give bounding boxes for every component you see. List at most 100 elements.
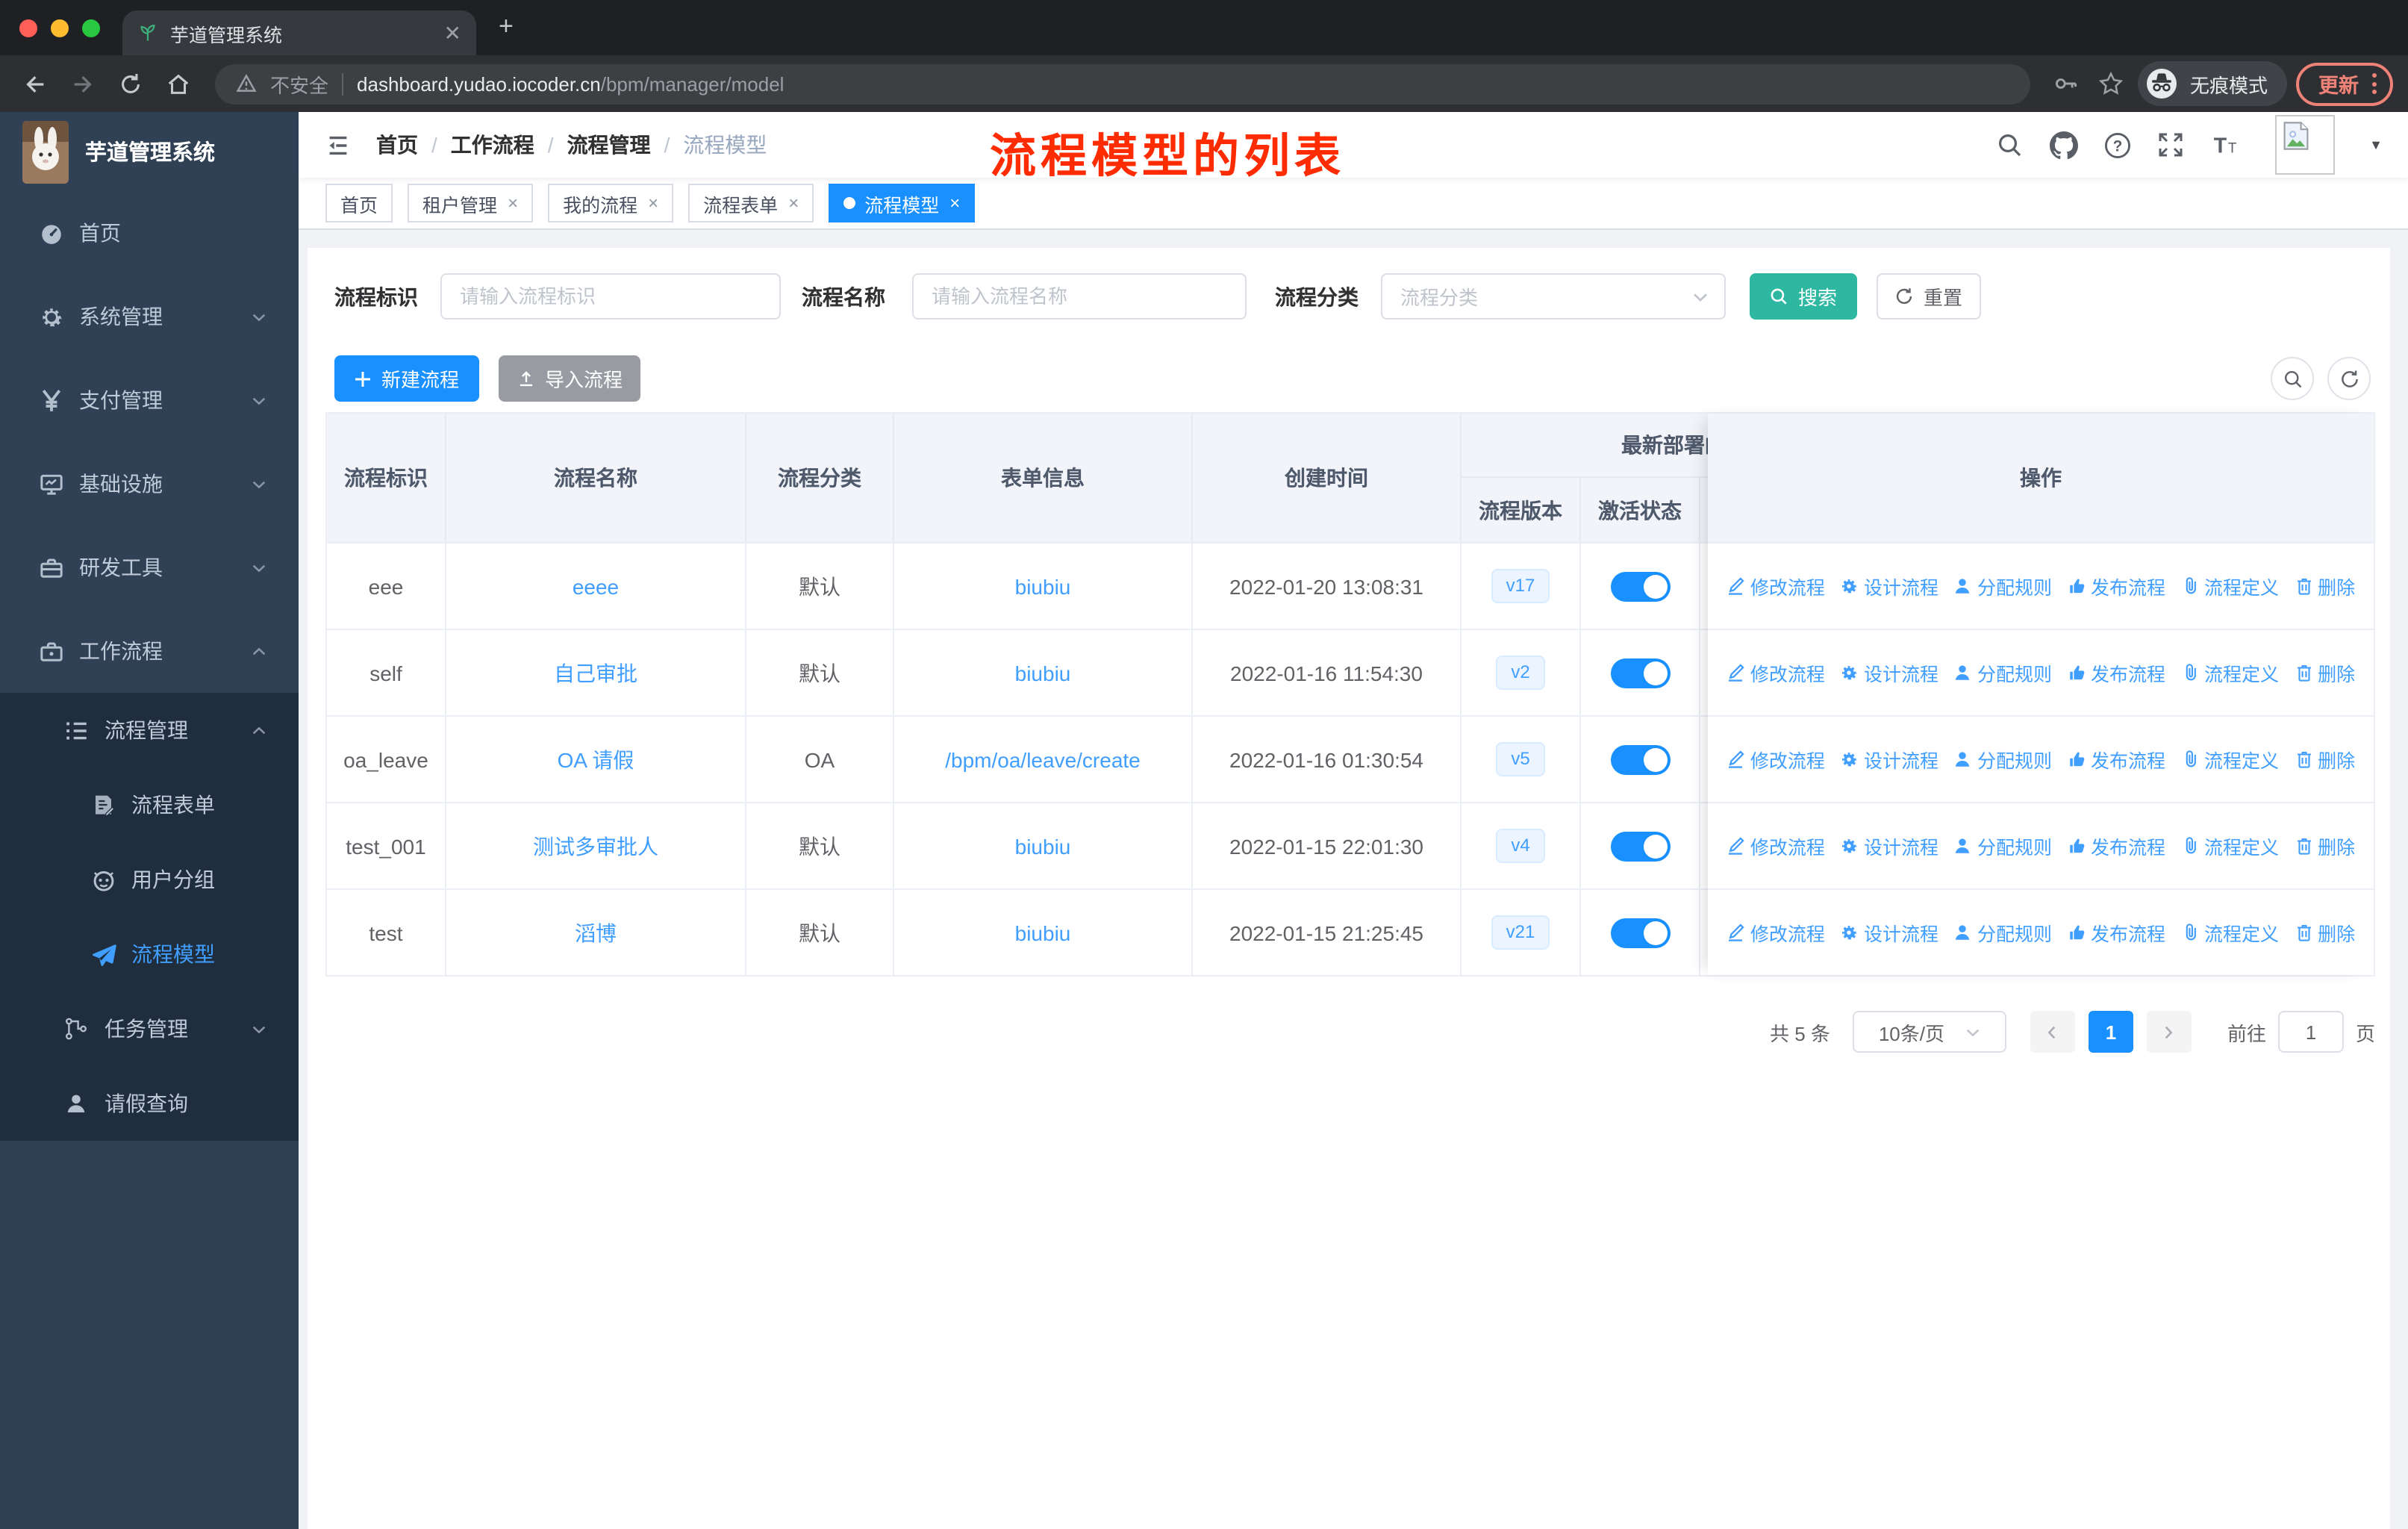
tag-view-item[interactable]: 我的流程 × [548, 184, 674, 222]
tab-close-icon[interactable]: ✕ [444, 22, 461, 43]
sidebar-item[interactable]: 流程表单 [0, 767, 299, 842]
sidebar-item[interactable]: 工作流程 [0, 609, 299, 693]
breadcrumb-item[interactable]: 流程管理 [567, 130, 651, 160]
op-link-edit[interactable]: 修改流程 [1727, 832, 1825, 860]
op-link-edit[interactable]: 修改流程 [1727, 658, 1825, 687]
create-model-button[interactable]: 新建流程 [334, 355, 479, 402]
search-button[interactable]: 搜索 [1750, 273, 1857, 320]
close-icon[interactable]: × [949, 193, 960, 214]
model-name-link[interactable]: 测试多审批人 [533, 831, 658, 861]
bookmark-star-icon[interactable] [2093, 66, 2129, 102]
op-link-assign[interactable]: 分配规则 [1953, 832, 2052, 860]
form-info-link[interactable]: biubiu [1015, 834, 1071, 858]
active-toggle[interactable] [1610, 658, 1670, 688]
sidebar-item[interactable]: 研发工具 [0, 526, 299, 609]
browser-menu-icon[interactable] [2372, 73, 2377, 94]
current-page-button[interactable]: 1 [2088, 1011, 2133, 1053]
form-info-link[interactable]: biubiu [1015, 921, 1071, 944]
font-size-icon[interactable]: TT [2209, 130, 2239, 160]
form-info-link[interactable]: biubiu [1015, 661, 1071, 685]
op-link-publish[interactable]: 发布流程 [2067, 832, 2165, 860]
op-link-design[interactable]: 设计流程 [1840, 572, 1938, 600]
minimize-window-button[interactable] [51, 19, 69, 37]
model-name-link[interactable]: 自己审批 [554, 658, 637, 688]
form-info-link[interactable]: biubiu [1015, 574, 1071, 598]
op-link-design[interactable]: 设计流程 [1840, 658, 1938, 687]
back-icon[interactable] [15, 64, 54, 103]
sidebar-item[interactable]: 流程管理 [0, 693, 299, 767]
sidebar-item[interactable]: 流程模型 [0, 917, 299, 991]
tag-view-item[interactable]: 流程模型 × [829, 184, 976, 222]
sidebar-item[interactable]: 请假查询 [0, 1066, 299, 1141]
op-link-definition[interactable]: 流程定义 [2180, 572, 2279, 600]
chevron-down-icon[interactable]: ▼ [2369, 137, 2383, 152]
op-link-publish[interactable]: 发布流程 [2067, 572, 2165, 600]
home-icon[interactable] [158, 64, 197, 103]
close-icon[interactable]: × [648, 193, 658, 214]
sidebar-item[interactable]: 用户分组 [0, 842, 299, 917]
op-link-design[interactable]: 设计流程 [1840, 832, 1938, 860]
form-info-link[interactable]: /bpm/oa/leave/create [945, 747, 1141, 771]
maximize-window-button[interactable] [82, 19, 100, 37]
close-window-button[interactable] [19, 19, 37, 37]
password-key-icon[interactable] [2048, 66, 2084, 102]
active-toggle[interactable] [1610, 571, 1670, 601]
filter-name-input[interactable] [912, 273, 1247, 320]
op-link-definition[interactable]: 流程定义 [2180, 918, 2279, 947]
op-link-assign[interactable]: 分配规则 [1953, 572, 2052, 600]
op-link-publish[interactable]: 发布流程 [2067, 918, 2165, 947]
op-link-publish[interactable]: 发布流程 [2067, 745, 2165, 773]
sidebar-item[interactable]: 系统管理 [0, 275, 299, 358]
filter-category-select[interactable]: 流程分类 [1381, 273, 1726, 320]
page-size-select[interactable]: 10条/页 [1852, 1011, 2006, 1053]
sidebar-item[interactable]: 任务管理 [0, 991, 299, 1066]
new-tab-button[interactable]: + [499, 12, 514, 42]
op-link-edit[interactable]: 修改流程 [1727, 918, 1825, 947]
breadcrumb-item[interactable]: 首页 [376, 130, 418, 160]
active-toggle[interactable] [1610, 918, 1670, 947]
version-badge[interactable]: v17 [1491, 569, 1550, 603]
github-icon[interactable] [2048, 130, 2078, 160]
toggle-search-button[interactable] [2271, 357, 2314, 400]
address-bar[interactable]: 不安全 dashboard.yudao.iocoder.cn/bpm/manag… [215, 63, 2030, 104]
op-link-assign[interactable]: 分配规则 [1953, 658, 2052, 687]
op-link-delete[interactable]: 删除 [2294, 832, 2355, 860]
tag-view-item[interactable]: 首页 [325, 184, 393, 222]
op-link-assign[interactable]: 分配规则 [1953, 918, 2052, 947]
update-button[interactable]: 更新 [2296, 62, 2393, 105]
tag-view-item[interactable]: 流程表单 × [688, 184, 814, 222]
browser-tab[interactable]: 芋道管理系统 ✕ [122, 10, 476, 55]
reset-button[interactable]: 重置 [1877, 273, 1981, 320]
model-name-link[interactable]: eeee [573, 574, 619, 598]
sidebar-item[interactable]: 首页 [0, 191, 299, 275]
tag-view-item[interactable]: 租户管理 × [408, 184, 534, 222]
op-link-delete[interactable]: 删除 [2294, 572, 2355, 600]
sidebar-item[interactable]: 支付管理 [0, 358, 299, 442]
active-toggle[interactable] [1610, 744, 1670, 774]
window-controls[interactable] [19, 19, 100, 37]
forward-icon[interactable] [63, 64, 102, 103]
version-badge[interactable]: v2 [1496, 655, 1545, 690]
op-link-publish[interactable]: 发布流程 [2067, 658, 2165, 687]
model-name-link[interactable]: OA 请假 [558, 744, 634, 774]
op-link-delete[interactable]: 删除 [2294, 658, 2355, 687]
op-link-definition[interactable]: 流程定义 [2180, 658, 2279, 687]
sidebar-collapse-icon[interactable] [324, 131, 352, 159]
close-icon[interactable]: × [508, 193, 518, 214]
op-link-assign[interactable]: 分配规则 [1953, 745, 2052, 773]
active-toggle[interactable] [1610, 831, 1670, 861]
avatar[interactable] [2275, 115, 2336, 175]
import-model-button[interactable]: 导入流程 [499, 355, 640, 402]
op-link-delete[interactable]: 删除 [2294, 745, 2355, 773]
version-badge[interactable]: v21 [1491, 915, 1550, 950]
next-page-button[interactable] [2146, 1011, 2192, 1053]
security-label[interactable]: 不安全 [270, 69, 328, 98]
help-icon[interactable]: ? [2102, 130, 2132, 160]
refresh-table-button[interactable] [2327, 357, 2371, 400]
goto-page-input[interactable] [2277, 1011, 2344, 1053]
reload-icon[interactable] [110, 64, 149, 103]
breadcrumb-item[interactable]: 工作流程 [451, 130, 534, 160]
filter-id-input[interactable] [440, 273, 781, 320]
model-name-link[interactable]: 滔博 [575, 918, 617, 947]
op-link-edit[interactable]: 修改流程 [1727, 745, 1825, 773]
